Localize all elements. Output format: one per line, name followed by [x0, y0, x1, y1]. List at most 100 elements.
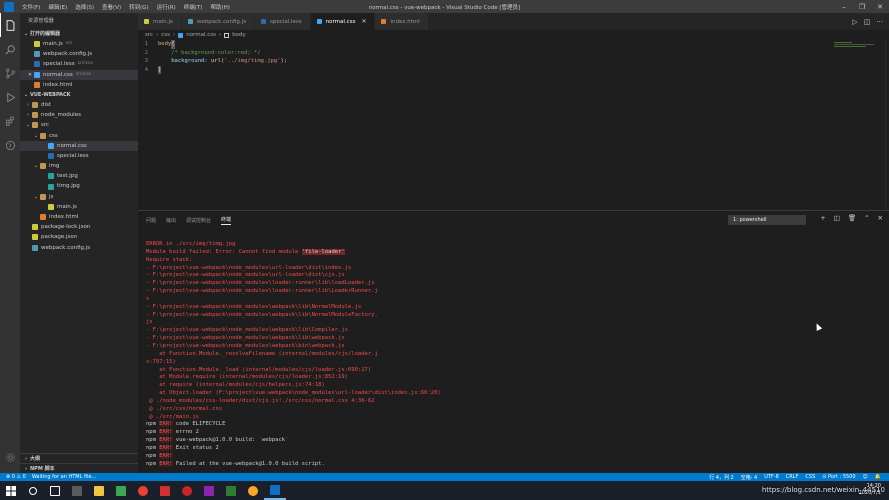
open-editor-item[interactable]: webpack.config.js	[20, 49, 138, 59]
search-taskbar-icon[interactable]	[22, 481, 44, 500]
menu-item[interactable]: 帮助(H)	[206, 3, 233, 11]
code-editor[interactable]: 1 body{ 2 /* background-color:red; */ 3 b…	[138, 40, 889, 210]
split-terminal-icon[interactable]: ◫	[834, 214, 840, 222]
tab-normal-css[interactable]: normal.css ✕	[310, 13, 376, 30]
tree-item-img[interactable]: timg.jpg	[20, 181, 138, 191]
tab-main-js[interactable]: main.js	[138, 13, 182, 30]
menu-item[interactable]: 终端(T)	[180, 3, 207, 11]
status-item[interactable]: 空格: 4	[741, 474, 757, 481]
tree-item-folder-open[interactable]: ⌄ img	[20, 161, 138, 171]
status-item[interactable]: ☺	[863, 474, 868, 481]
panel-tab[interactable]: 输出	[166, 217, 176, 224]
app-icon[interactable]	[220, 481, 242, 500]
status-item[interactable]: ⊗ 0 ⚠ 0	[6, 474, 26, 480]
tree-item-folder-open[interactable]: ⌄ js	[20, 192, 138, 202]
calculator-icon[interactable]	[66, 481, 88, 500]
minimize-button[interactable]: –	[835, 0, 853, 13]
breadcrumb-item[interactable]: normal.css	[186, 32, 216, 38]
tree-item-json[interactable]: package-lock.json	[20, 222, 138, 232]
menu-item[interactable]: 文件(F)	[18, 3, 44, 11]
breadcrumb-item[interactable]: body	[232, 32, 246, 38]
tree-item-json[interactable]: package.json	[20, 232, 138, 242]
status-item[interactable]: UTF-8	[764, 474, 779, 481]
terminal-output[interactable]: ERROR in ./src/img/timg.jpg Module build …	[146, 241, 881, 468]
project-header[interactable]: ⌄ VUE-WEBPACK	[20, 90, 138, 100]
outline-header[interactable]: › 大纲	[20, 453, 138, 463]
terminal-text: - F:\project\vue-webpack\node_modules\lo…	[146, 280, 375, 287]
panel-tab[interactable]: 终端	[221, 216, 232, 225]
maximize-panel-icon[interactable]: ⌃	[864, 214, 869, 222]
menu-item[interactable]: 转到(G)	[125, 3, 153, 11]
restore-button[interactable]: ❐	[853, 0, 871, 13]
explorer-icon[interactable]	[0, 13, 20, 37]
app-icon[interactable]	[242, 481, 264, 500]
menu-item[interactable]: 运行(R)	[153, 3, 180, 11]
tree-item-config[interactable]: webpack.config.js	[20, 243, 138, 253]
status-item[interactable]: CRLF	[786, 474, 799, 481]
remote-explorer-icon[interactable]	[0, 133, 20, 157]
file-explorer-icon[interactable]	[88, 481, 110, 500]
status-item[interactable]: ⊙ Port : 5500	[822, 474, 855, 481]
status-item[interactable]: 🔔	[875, 474, 881, 481]
task-view-icon[interactable]	[44, 481, 66, 500]
app-icon[interactable]	[154, 481, 176, 500]
tree-item-js[interactable]: main.js	[20, 202, 138, 212]
menu-item[interactable]: 选择(S)	[71, 3, 98, 11]
tab-special-less[interactable]: special.less	[255, 13, 311, 30]
status-item[interactable]: 行 4，列 2	[709, 474, 734, 481]
more-actions-icon[interactable]: ···	[876, 18, 883, 26]
chrome-icon[interactable]	[132, 481, 154, 500]
close-window-button[interactable]: ✕	[871, 0, 889, 13]
menu-item[interactable]: 查看(V)	[98, 3, 125, 11]
breadcrumb-item[interactable]: src	[145, 32, 153, 38]
open-editors-header[interactable]: ⌄ 打开的编辑器	[20, 29, 138, 39]
tree-item-label: dist	[41, 101, 52, 108]
editor-scrollbar[interactable]	[885, 40, 889, 210]
run-debug-icon[interactable]	[0, 85, 20, 109]
source-control-icon[interactable]	[0, 61, 20, 85]
open-editor-item[interactable]: index.html	[20, 80, 138, 90]
close-panel-icon[interactable]: ✕	[878, 214, 883, 222]
breadcrumb-item[interactable]: css	[161, 32, 170, 38]
search-icon[interactable]	[0, 37, 20, 61]
tab-webpack-config-js[interactable]: webpack.config.js	[181, 13, 256, 30]
run-icon[interactable]: ▷	[852, 18, 857, 26]
open-editor-item[interactable]: main.js src	[20, 39, 138, 49]
settings-gear-icon[interactable]	[0, 445, 20, 469]
tree-item-css[interactable]: normal.css	[20, 140, 138, 151]
file-icon	[48, 203, 54, 210]
close-tab-icon[interactable]: ✕	[361, 18, 366, 25]
windows-start-icon[interactable]	[0, 481, 22, 500]
tree-item-folder-open[interactable]: ⌄ css	[20, 131, 138, 141]
tree-item-folder[interactable]: › node_modules	[20, 110, 138, 120]
open-editor-item[interactable]: special.less src\css	[20, 59, 138, 69]
status-item[interactable]: Waiting for an HTML file...	[32, 474, 97, 480]
split-editor-icon[interactable]: ◫	[864, 18, 871, 26]
tree-item-label: node_modules	[41, 112, 81, 119]
tree-item-html[interactable]: index.html	[20, 212, 138, 222]
tree-item-less[interactable]: special.less	[20, 151, 138, 161]
status-item[interactable]: CSS	[805, 474, 815, 481]
menu-item[interactable]: 编辑(E)	[44, 3, 71, 11]
panel-tab[interactable]: 问题	[146, 217, 156, 224]
open-editor-item[interactable]: ✕ normal.css src\css	[20, 69, 138, 80]
tree-item-label: test.jpg	[57, 173, 78, 180]
tab-index-html[interactable]: index.html	[375, 13, 429, 30]
bottom-panel: 问题 输出 调试控制台 终端 1: powershell + ◫ 🗑 ⌃ ✕ ERRO…	[138, 210, 889, 473]
npm-scripts-header[interactable]: › NPM 脚本	[20, 463, 138, 473]
extensions-icon[interactable]	[0, 109, 20, 133]
panel-tab[interactable]: 调试控制台	[186, 217, 211, 224]
close-icon[interactable]: ✕	[26, 70, 34, 80]
media-player-icon[interactable]	[110, 481, 132, 500]
new-terminal-icon[interactable]: +	[820, 214, 825, 222]
kill-terminal-icon[interactable]: 🗑	[848, 214, 856, 222]
record-icon[interactable]	[176, 481, 198, 500]
file-name: normal.css	[43, 71, 73, 78]
terminal-select[interactable]: 1: powershell	[728, 215, 806, 225]
vscode-taskbar-icon[interactable]	[264, 481, 286, 500]
tree-item-folder-open[interactable]: ⌄ src	[20, 120, 138, 130]
tree-item-folder[interactable]: › dist	[20, 100, 138, 110]
tree-item-img[interactable]: test.jpg	[20, 171, 138, 181]
app-icon[interactable]	[198, 481, 220, 500]
minimap[interactable]	[834, 42, 879, 50]
